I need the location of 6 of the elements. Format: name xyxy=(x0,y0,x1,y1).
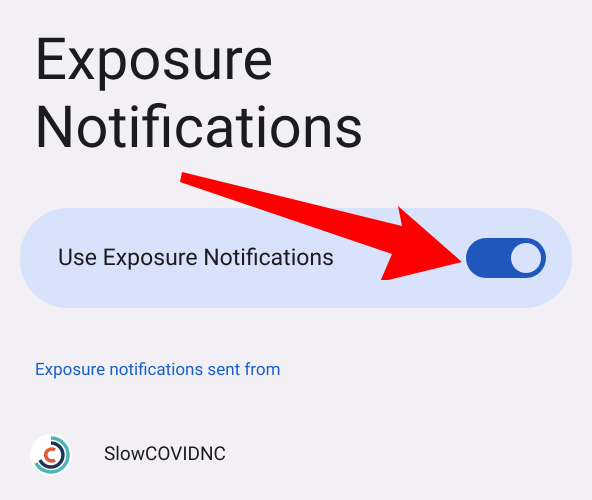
app-name: SlowCOVIDNC xyxy=(104,441,226,468)
toggle-switch[interactable] xyxy=(466,238,546,278)
section-link[interactable]: Exposure notifications sent from xyxy=(35,358,280,384)
setting-label: Use Exposure Notifications xyxy=(58,242,334,273)
app-logo-icon xyxy=(30,434,72,476)
page-title: Exposure Notifications xyxy=(34,26,365,162)
